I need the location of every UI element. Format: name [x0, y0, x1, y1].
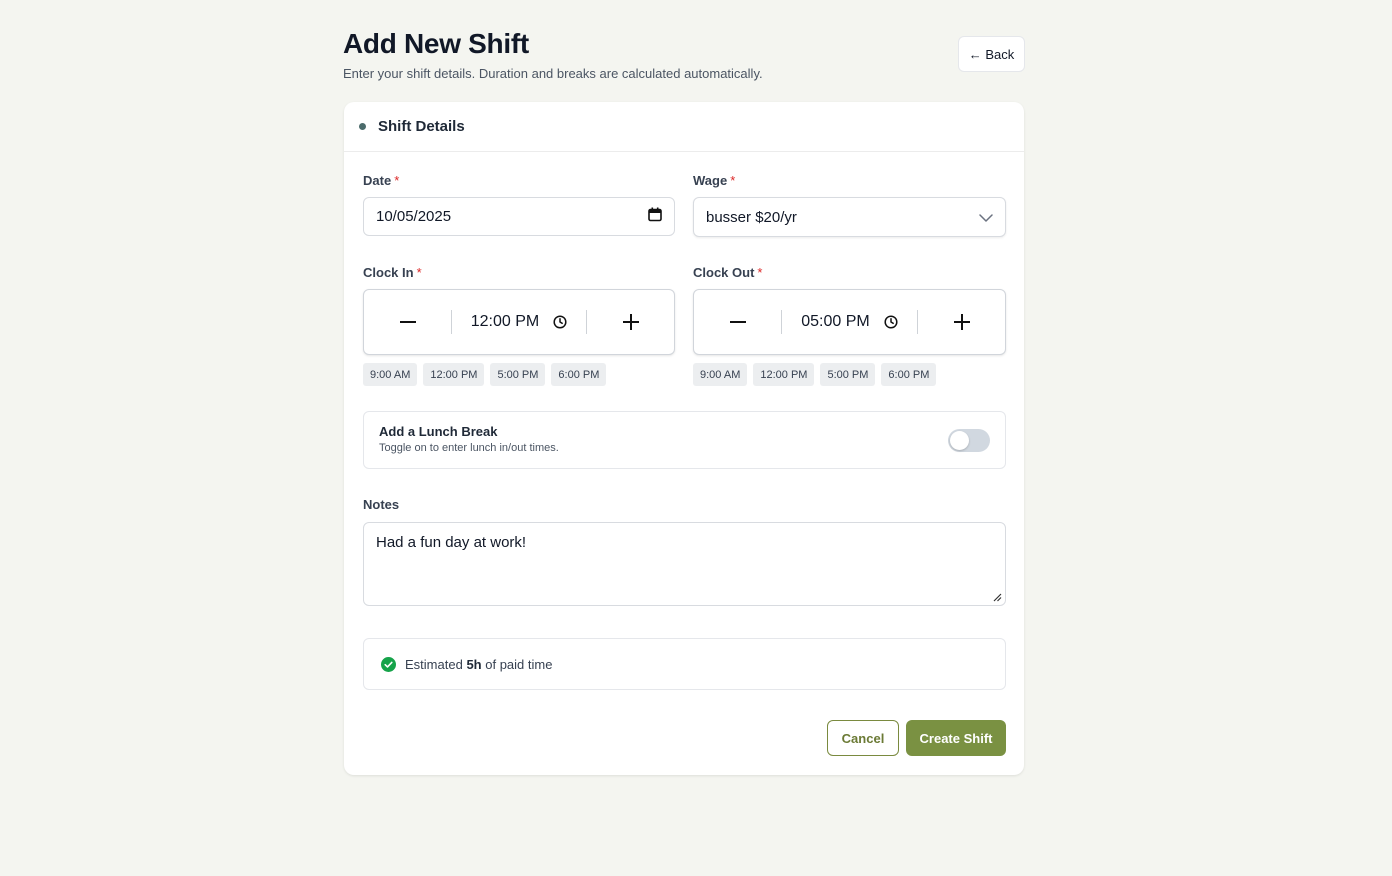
clock-in-label-text: Clock In: [363, 265, 414, 280]
clock-out-preset-chip[interactable]: 12:00 PM: [753, 363, 815, 386]
clock-out-increment-button[interactable]: [918, 290, 1005, 354]
card-title: Shift Details: [378, 118, 465, 135]
notes-value: Had a fun day at work!: [376, 534, 527, 551]
card-header: Shift Details: [344, 102, 1024, 152]
shift-details-card: Shift Details Date * 10/05/2025 Wage * bus…: [344, 102, 1024, 775]
clock-out-stepper: 05:00 PM: [693, 289, 1006, 355]
wage-select[interactable]: busser $20/yr: [693, 197, 1006, 237]
required-mark: *: [730, 173, 736, 188]
back-button[interactable]: ← Back: [958, 36, 1025, 72]
clock-out-label-text: Clock Out: [693, 265, 755, 280]
estimate-text: Estimated 5h of paid time: [405, 657, 552, 672]
date-label-text: Date: [363, 173, 392, 188]
lunch-break-toggle[interactable]: [948, 429, 990, 452]
date-input[interactable]: 10/05/2025: [363, 197, 675, 236]
page-title: Add New Shift: [343, 28, 529, 59]
plus-icon: [622, 314, 639, 330]
lunch-description: Toggle on to enter lunch in/out times.: [379, 442, 559, 454]
estimate-suffix: of paid time: [485, 656, 553, 672]
estimate-hours: 5h: [466, 656, 482, 672]
page-header: Add New Shift Enter your shift details. …: [343, 28, 1025, 88]
clock-icon[interactable]: [553, 315, 567, 329]
clock-in-value: 12:00 PM: [470, 313, 540, 330]
clock-out-preset-chip[interactable]: 5:00 PM: [820, 363, 876, 386]
estimate-prefix: Estimated: [405, 656, 463, 672]
clock-out-decrement-button[interactable]: [694, 290, 781, 354]
date-value: 10/05/2025: [376, 208, 452, 225]
clock-out-presets: 9:00 AM 12:00 PM 5:00 PM 6:00 PM: [693, 363, 937, 386]
wage-label: Wage *: [693, 173, 735, 188]
clock-in-label: Clock In *: [363, 265, 422, 280]
toggle-knob: [950, 431, 969, 450]
required-mark: *: [394, 173, 400, 188]
chevron-down-icon: [979, 209, 993, 226]
lunch-break-panel: Add a Lunch Break Toggle on to enter lun…: [363, 411, 1006, 469]
clock-out-preset-chip[interactable]: 6:00 PM: [881, 363, 937, 386]
wage-value: busser $20/yr: [706, 208, 797, 226]
resize-handle-icon[interactable]: [993, 593, 1002, 602]
minus-icon: [729, 321, 746, 323]
minus-icon: [399, 321, 416, 323]
required-mark: *: [416, 265, 422, 280]
clock-out-preset-chip[interactable]: 9:00 AM: [693, 363, 748, 386]
page-subtitle: Enter your shift details. Duration and b…: [343, 66, 763, 81]
date-label: Date *: [363, 173, 399, 188]
paid-time-estimate: Estimated 5h of paid time: [363, 638, 1006, 690]
lunch-title: Add a Lunch Break: [379, 424, 498, 439]
clock-in-preset-chip[interactable]: 5:00 PM: [490, 363, 546, 386]
clock-icon[interactable]: [884, 315, 898, 329]
check-circle-icon: [381, 656, 396, 672]
wage-label-text: Wage: [693, 173, 728, 188]
clock-in-increment-button[interactable]: [587, 290, 674, 354]
plus-icon: [953, 314, 970, 330]
clock-in-time-input[interactable]: 12:00 PM: [452, 313, 586, 331]
clock-in-decrement-button[interactable]: [364, 290, 451, 354]
clock-in-preset-chip[interactable]: 9:00 AM: [363, 363, 418, 386]
calendar-icon[interactable]: [648, 207, 662, 226]
clock-in-presets: 9:00 AM 12:00 PM 5:00 PM 6:00 PM: [363, 363, 607, 386]
clock-in-stepper: 12:00 PM: [363, 289, 675, 355]
notes-textarea[interactable]: Had a fun day at work!: [363, 522, 1006, 606]
required-mark: *: [757, 265, 763, 280]
cancel-button[interactable]: Cancel: [827, 720, 899, 756]
notes-label: Notes: [363, 497, 400, 512]
bullet-dot-icon: [359, 123, 366, 130]
create-shift-button[interactable]: Create Shift: [906, 720, 1006, 756]
clock-out-time-input[interactable]: 05:00 PM: [782, 313, 917, 331]
clock-out-value: 05:00 PM: [801, 313, 870, 330]
clock-in-preset-chip[interactable]: 6:00 PM: [551, 363, 607, 386]
clock-out-label: Clock Out *: [693, 265, 762, 280]
clock-in-preset-chip[interactable]: 12:00 PM: [423, 363, 485, 386]
